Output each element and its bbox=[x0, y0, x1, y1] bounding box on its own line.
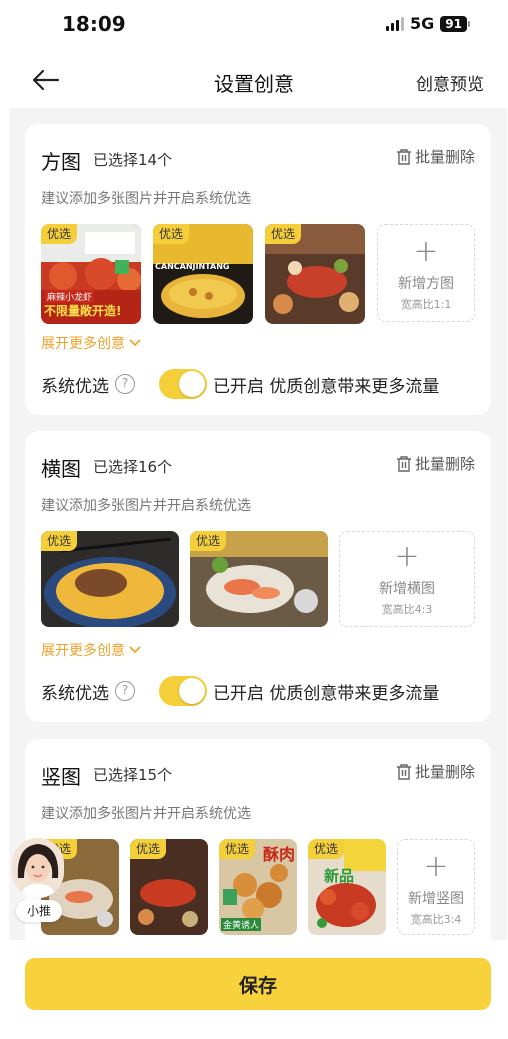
optimize-status: 已开启 优质创意带来更多流量 bbox=[213, 683, 440, 704]
preferred-tag: 优选 bbox=[41, 224, 78, 244]
help-icon[interactable]: ? bbox=[115, 681, 135, 701]
creative-thumb[interactable]: 优选 酥肉 金黄诱人 bbox=[219, 839, 297, 935]
creative-thumb[interactable]: 优选 bbox=[130, 839, 208, 935]
optimize-toggle[interactable] bbox=[159, 676, 207, 706]
section-title: 横图 bbox=[41, 457, 81, 481]
preferred-tag: 优选 bbox=[219, 839, 256, 859]
expand-label: 展开更多创意 bbox=[41, 643, 125, 659]
preview-link[interactable]: 创意预览 bbox=[416, 70, 484, 95]
overlay-text: 金黄诱人 bbox=[221, 918, 262, 931]
trash-icon bbox=[396, 763, 411, 780]
batch-delete-label: 批量删除 bbox=[414, 455, 475, 473]
add-vertical-button[interactable]: + 新增竖图 宽高比3:4 bbox=[397, 839, 475, 935]
assistant-widget[interactable]: 小推 bbox=[10, 838, 66, 924]
preferred-tag: 优选 bbox=[308, 839, 345, 859]
status-time: 18:09 bbox=[62, 12, 126, 36]
add-label: 新增横图 bbox=[379, 581, 435, 597]
section-horizontal: 横图 已选择16个 批量删除 建议添加多张图片并开启系统优选 优选 优选 + 新… bbox=[25, 431, 491, 722]
trash-icon bbox=[396, 455, 411, 472]
batch-delete-label: 批量删除 bbox=[414, 148, 475, 166]
optimize-row: 系统优选 ? 已开启 优质创意带来更多流量 bbox=[41, 676, 439, 706]
network-label: 5G bbox=[410, 14, 435, 33]
trash-icon bbox=[396, 148, 411, 165]
optimize-label: 系统优选 bbox=[41, 683, 109, 704]
overlay-text: CANCANJINTANG bbox=[155, 262, 230, 271]
selected-count: 已选择14个 bbox=[93, 151, 173, 169]
battery-icon: 91 bbox=[440, 15, 470, 32]
section-vertical: 竖图 已选择15个 批量删除 建议添加多张图片并开启系统优选 优选 优选 酥肉 … bbox=[25, 739, 491, 940]
creative-thumb[interactable]: 优选 bbox=[41, 531, 179, 627]
creative-thumb[interactable]: 优选 麻辣小龙虾 不限量敞开造! bbox=[41, 224, 141, 324]
batch-delete-button[interactable]: 批量删除 bbox=[396, 761, 475, 782]
batch-delete-label: 批量删除 bbox=[414, 763, 475, 781]
status-right: 5G 91 bbox=[386, 14, 470, 33]
preferred-tag: 优选 bbox=[153, 224, 190, 244]
content-area[interactable]: 方图 已选择14个 批量删除 建议添加多张图片并开启系统优选 优选 麻辣小龙虾 … bbox=[9, 108, 507, 940]
optimize-status: 已开启 优质创意带来更多流量 bbox=[213, 376, 440, 397]
expand-more-link[interactable]: 展开更多创意 bbox=[41, 640, 141, 660]
add-label: 新增竖图 bbox=[408, 891, 464, 907]
creative-thumb[interactable]: 优选 bbox=[265, 224, 365, 324]
footer-bar: 保存 bbox=[0, 940, 508, 1039]
creative-thumb[interactable]: 优选 CANCANJINTANG bbox=[153, 224, 253, 324]
assistant-label: 小推 bbox=[16, 900, 62, 922]
selected-count: 已选择15个 bbox=[93, 766, 173, 784]
preferred-tag: 优选 bbox=[130, 839, 167, 859]
overlay-text: 新品 bbox=[324, 867, 355, 885]
selected-count: 已选择16个 bbox=[93, 458, 173, 476]
expand-label: 展开更多创意 bbox=[41, 336, 125, 352]
add-square-button[interactable]: + 新增方图 宽高比1:1 bbox=[377, 224, 475, 322]
add-label: 新增方图 bbox=[398, 276, 454, 292]
ratio-label: 宽高比3:4 bbox=[410, 913, 462, 926]
preferred-tag: 优选 bbox=[265, 224, 302, 244]
optimize-label: 系统优选 bbox=[41, 376, 109, 397]
creative-thumb[interactable]: 优选 新品 bbox=[308, 839, 386, 935]
chevron-down-icon bbox=[129, 646, 141, 654]
plus-icon: + bbox=[413, 234, 439, 269]
signal-icon bbox=[386, 16, 405, 31]
plus-icon: + bbox=[394, 539, 420, 574]
batch-delete-button[interactable]: 批量删除 bbox=[396, 146, 475, 167]
overlay-text: 不限量敞开造! bbox=[44, 304, 122, 318]
save-button[interactable]: 保存 bbox=[25, 958, 491, 1010]
preferred-tag: 优选 bbox=[41, 531, 78, 551]
batch-delete-button[interactable]: 批量删除 bbox=[396, 453, 475, 474]
plus-icon: + bbox=[423, 849, 449, 884]
section-title: 方图 bbox=[41, 150, 81, 174]
section-square: 方图 已选择14个 批量删除 建议添加多张图片并开启系统优选 优选 麻辣小龙虾 … bbox=[25, 124, 491, 415]
assistant-avatar bbox=[12, 838, 64, 898]
help-icon[interactable]: ? bbox=[115, 374, 135, 394]
overlay-text: 酥肉 bbox=[262, 845, 295, 864]
optimize-toggle[interactable] bbox=[159, 369, 207, 399]
chevron-down-icon bbox=[129, 339, 141, 347]
preferred-tag: 优选 bbox=[190, 531, 227, 551]
add-horizontal-button[interactable]: + 新增横图 宽高比4:3 bbox=[339, 531, 475, 627]
status-bar: 18:09 5G 91 bbox=[0, 0, 508, 52]
optimize-row: 系统优选 ? 已开启 优质创意带来更多流量 bbox=[41, 369, 439, 399]
expand-more-link[interactable]: 展开更多创意 bbox=[41, 333, 141, 353]
ratio-label: 宽高比1:1 bbox=[400, 298, 452, 311]
section-hint: 建议添加多张图片并开启系统优选 bbox=[41, 806, 251, 822]
section-hint: 建议添加多张图片并开启系统优选 bbox=[41, 498, 251, 514]
battery-level: 91 bbox=[440, 15, 467, 32]
creative-thumb[interactable]: 优选 bbox=[190, 531, 328, 627]
section-hint: 建议添加多张图片并开启系统优选 bbox=[41, 191, 251, 207]
ratio-label: 宽高比4:3 bbox=[381, 603, 433, 616]
back-arrow-icon[interactable] bbox=[28, 64, 64, 96]
section-title: 竖图 bbox=[41, 765, 81, 789]
nav-bar: 设置创意 创意预览 bbox=[0, 52, 508, 108]
